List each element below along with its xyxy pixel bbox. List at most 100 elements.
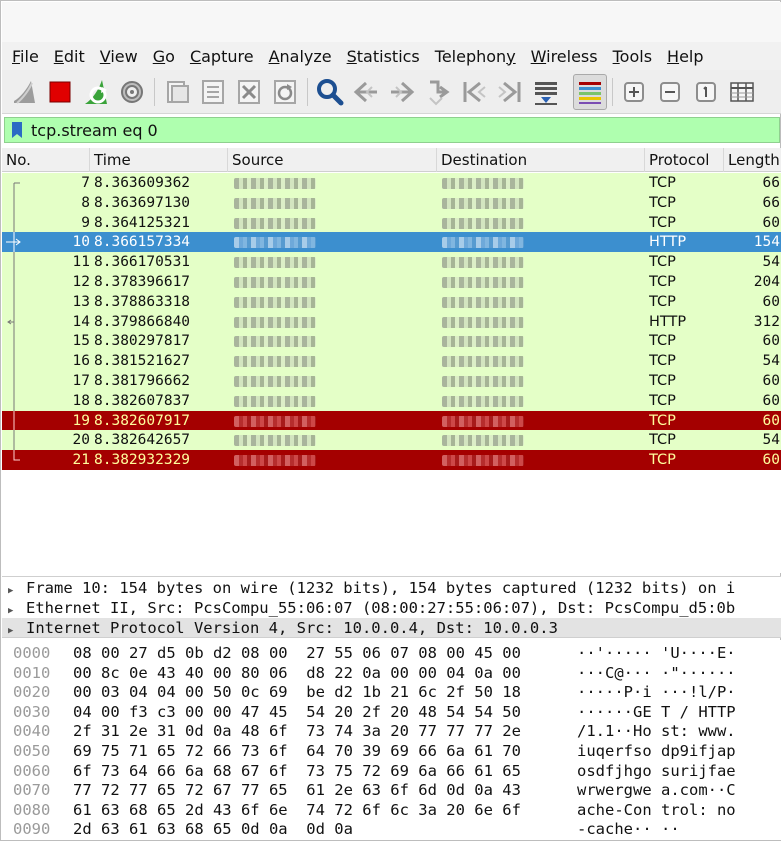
packet-row[interactable]: 8 8.363697130 TCP 66: [2, 192, 781, 213]
packet-protocol: TCP: [649, 293, 676, 310]
packet-length: 60: [762, 392, 780, 409]
packet-destination-redacted: [442, 351, 532, 371]
display-filter-bar[interactable]: tcp.stream eq 0: [4, 117, 780, 143]
packet-protocol: TCP: [649, 333, 676, 350]
packet-row[interactable]: 20 8.382642657 TCP 54: [2, 430, 781, 451]
menu-edit[interactable]: Edit: [54, 47, 85, 66]
go-back-icon[interactable]: [349, 74, 383, 110]
packet-time: 8.381521627: [94, 353, 191, 370]
packet-time: 8.381796662: [94, 373, 191, 389]
save-file-icon[interactable]: [196, 74, 230, 110]
conversation-line-icon: [13, 430, 15, 451]
autoscroll-icon[interactable]: [529, 74, 563, 110]
ascii-bytes: /1.1··Ho st: www.: [577, 722, 736, 741]
packet-row[interactable]: 17 8.381796662 TCP 60: [2, 371, 781, 391]
packet-length: 54: [762, 432, 780, 449]
menu-wireless[interactable]: Wireless: [531, 47, 598, 66]
hex-bytes: 00 03 04 04 00 50 0c 69 be d2 1b 21 6c 2…: [73, 683, 521, 702]
ascii-bytes: ···C@··· ·"······: [577, 663, 736, 682]
expand-arrow-icon[interactable]: ▶: [8, 601, 22, 618]
hex-row[interactable]: 0020 00 03 04 04 00 50 0c 69 be d2 1b 21 …: [2, 683, 781, 703]
last-packet-icon[interactable]: [493, 74, 527, 110]
menu-capture[interactable]: Capture: [190, 47, 254, 66]
packet-row[interactable]: 10 8.366157334 HTTP 154: [2, 232, 781, 253]
stop-capture-icon[interactable]: [43, 74, 77, 110]
detail-frame-row[interactable]: ▶ Frame 10: 154 bytes on wire (1232 bits)…: [2, 578, 781, 598]
packet-row[interactable]: 18 8.382607837 TCP 60: [2, 390, 781, 411]
column-header-source[interactable]: Source: [228, 148, 437, 172]
conversation-line-icon: [13, 371, 15, 391]
hex-row[interactable]: 0000 08 00 27 d5 0b d2 08 00 27 55 06 07 …: [2, 644, 781, 664]
packet-protocol: TCP: [649, 194, 676, 211]
menu-analyze[interactable]: Analyze: [269, 47, 332, 66]
detail-ethernet-row[interactable]: ▶ Ethernet II, Src: PcsCompu_55:06:07 (08…: [2, 598, 781, 618]
column-header-length[interactable]: Length: [724, 148, 781, 172]
column-header-protocol[interactable]: Protocol: [645, 148, 724, 172]
hex-bytes: 61 63 68 65 2d 43 6f 6e 74 72 6f 6c 3a 2…: [73, 800, 521, 819]
expand-arrow-icon[interactable]: ▶: [8, 621, 22, 637]
hex-row[interactable]: 0010 00 8c 0e 43 40 00 80 06 d8 22 0a 00 …: [2, 664, 781, 684]
packet-row[interactable]: 12 8.378396617 TCP 204: [2, 272, 781, 292]
packet-row[interactable]: 11 8.366170531 TCP 54: [2, 252, 781, 273]
hex-row[interactable]: 0030 04 00 f3 c3 00 00 47 45 54 20 2f 20 …: [2, 703, 781, 723]
colorize-icon[interactable]: [573, 74, 607, 110]
packet-destination-redacted: [442, 312, 532, 332]
zoom-in-icon[interactable]: [617, 74, 651, 110]
packet-time: 8.382932329: [94, 452, 191, 469]
capture-options-icon[interactable]: [115, 74, 149, 110]
packet-time: 8.366170531: [94, 254, 191, 271]
go-forward-icon[interactable]: [385, 74, 419, 110]
packet-source-redacted: [234, 391, 324, 411]
column-header-destination[interactable]: Destination: [437, 148, 645, 172]
hex-row[interactable]: 0040 2f 31 2e 31 0d 0a 48 6f 73 74 3a 20 …: [2, 722, 781, 742]
hex-bytes: 6f 73 64 66 6a 68 67 6f 73 75 72 69 6a 6…: [73, 761, 521, 780]
column-header-time[interactable]: Time: [90, 148, 228, 172]
menu-go[interactable]: Go: [153, 47, 175, 66]
hex-row[interactable]: 0090 2d 63 61 63 68 65 0d 0a 0d 0a -cache·…: [2, 820, 781, 840]
packet-row[interactable]: 15 8.380297817 TCP 60: [2, 331, 781, 352]
restart-capture-icon[interactable]: [79, 74, 113, 110]
ascii-bytes: -cache·· ··: [577, 820, 680, 839]
hex-row[interactable]: 0060 6f 73 64 66 6a 68 67 6f 73 75 72 69 …: [2, 762, 781, 782]
go-to-packet-icon[interactable]: [421, 74, 455, 110]
hex-bytes: 69 75 71 65 72 66 73 6f 64 70 39 69 66 6…: [73, 742, 521, 760]
column-header-no[interactable]: No.: [2, 148, 90, 172]
packet-destination-redacted: [442, 371, 532, 391]
zoom-out-icon[interactable]: [653, 74, 687, 110]
hex-offset: 0050: [13, 742, 51, 760]
detail-ip-row[interactable]: ▶ Internet Protocol Version 4, Src: 10.0.…: [2, 618, 781, 637]
hex-row[interactable]: 0050 69 75 71 65 72 66 73 6f 64 70 39 69 …: [2, 742, 781, 762]
toolbar-separator: [154, 78, 155, 106]
hex-bytes: 2f 31 2e 31 0d 0a 48 6f 73 74 3a 20 77 7…: [73, 722, 521, 741]
packet-row[interactable]: 13 8.378863318 TCP 60: [2, 291, 781, 312]
menu-statistics[interactable]: Statistics: [347, 47, 420, 66]
reload-file-icon[interactable]: [268, 74, 302, 110]
open-file-icon[interactable]: [160, 74, 194, 110]
normal-size-icon[interactable]: [689, 74, 723, 110]
packet-row[interactable]: 7 8.363609362 TCP 66: [2, 173, 781, 193]
packet-protocol: TCP: [649, 214, 676, 231]
packet-destination-redacted: [442, 173, 532, 193]
resize-columns-icon[interactable]: [725, 74, 759, 110]
menu-tools[interactable]: Tools: [613, 47, 652, 66]
packet-row[interactable]: 14 8.379866840 HTTP 312: [2, 311, 781, 332]
packet-row[interactable]: 19 8.382607917 TCP 60: [2, 410, 781, 431]
packet-row[interactable]: 9 8.364125321 TCP 60: [2, 212, 781, 233]
bookmark-icon[interactable]: [9, 119, 25, 141]
packet-destination-redacted: [442, 292, 532, 312]
packet-row[interactable]: 21 8.382932329 TCP 60: [2, 450, 781, 470]
packet-time: 8.380297817: [94, 333, 191, 350]
hex-row[interactable]: 0070 77 72 77 65 72 67 77 65 61 2e 63 6f …: [2, 781, 781, 801]
menu-telephony[interactable]: Telephony: [435, 47, 516, 66]
expand-arrow-icon[interactable]: ▶: [8, 581, 22, 598]
start-capture-icon[interactable]: [7, 74, 41, 110]
first-packet-icon[interactable]: [457, 74, 491, 110]
hex-row[interactable]: 0080 61 63 68 65 2d 43 6f 6e 74 72 6f 6c …: [2, 801, 781, 821]
menu-help[interactable]: Help: [667, 47, 703, 66]
menu-view[interactable]: View: [100, 47, 138, 66]
packet-row[interactable]: 16 8.381521627 TCP 54: [2, 351, 781, 372]
menu-file[interactable]: File: [12, 47, 39, 66]
find-packet-icon[interactable]: [313, 74, 347, 110]
close-file-icon[interactable]: [232, 74, 266, 110]
display-filter-input[interactable]: tcp.stream eq 0: [31, 121, 158, 140]
